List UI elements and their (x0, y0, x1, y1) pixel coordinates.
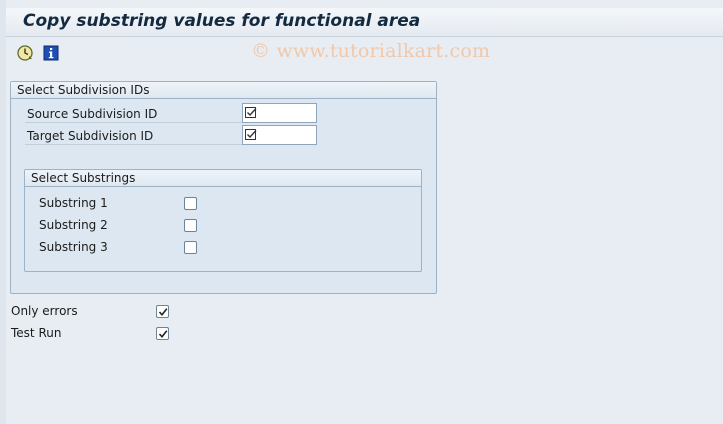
subdivision-group: Select Subdivision IDs Source Subdivisio… (10, 81, 437, 294)
page-title: Copy substring values for functional are… (23, 11, 421, 31)
substrings-group-title: Select Substrings (25, 170, 421, 187)
only-errors-checkbox[interactable] (156, 305, 169, 318)
substrings-group: Select Substrings Substring 1 Substring … (24, 169, 422, 272)
checkmark-icon (158, 329, 167, 338)
substring-1-checkbox[interactable] (184, 197, 197, 210)
substring-1-label: Substring 1 (39, 196, 108, 210)
target-subdivision-input[interactable] (242, 125, 317, 145)
source-subdivision-input[interactable] (242, 103, 317, 123)
test-run-checkbox[interactable] (156, 327, 169, 340)
title-bar: Copy substring values for functional are… (6, 8, 723, 37)
only-errors-label: Only errors (11, 304, 78, 318)
subdivision-group-title: Select Subdivision IDs (11, 82, 436, 99)
source-subdivision-label: Source Subdivision ID (25, 105, 242, 123)
info-icon (43, 45, 59, 61)
execute-button[interactable] (15, 43, 35, 63)
info-button[interactable] (41, 43, 61, 63)
substring-2-label: Substring 2 (39, 218, 108, 232)
checkmark-icon (158, 307, 167, 316)
execute-clock-icon (17, 45, 33, 61)
target-subdivision-label: Target Subdivision ID (25, 127, 242, 145)
application-toolbar: © www.tutorialkart.com (6, 37, 723, 71)
substring-2-checkbox[interactable] (184, 219, 197, 232)
substring-3-label: Substring 3 (39, 240, 108, 254)
test-run-label: Test Run (11, 326, 62, 340)
substring-3-checkbox[interactable] (184, 241, 197, 254)
watermark: © www.tutorialkart.com (251, 40, 491, 62)
